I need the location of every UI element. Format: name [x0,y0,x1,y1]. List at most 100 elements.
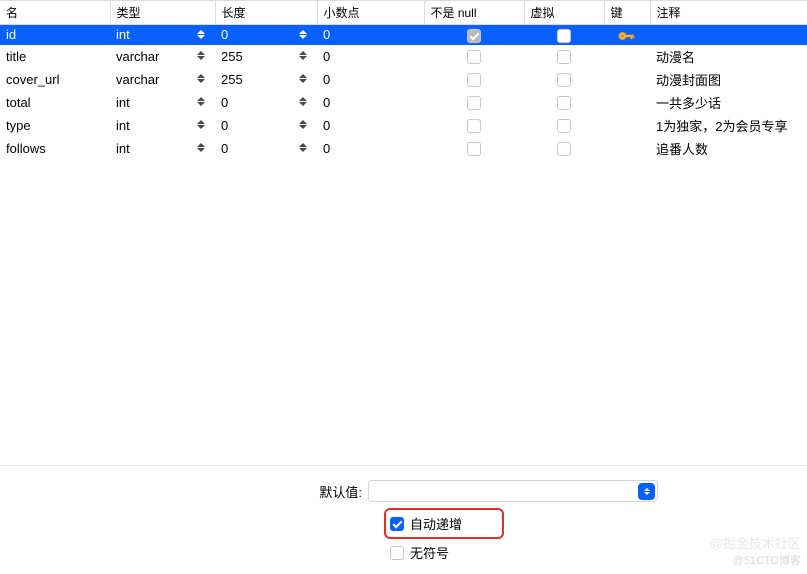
header-name[interactable]: 名 [0,1,110,25]
primary-key-icon [618,27,636,42]
default-value-label: 默认值: [310,482,362,501]
cell-decimal[interactable]: 0 [317,91,424,114]
cell-virtual [524,68,604,91]
type-stepper-icon[interactable] [197,72,207,86]
header-virtual[interactable]: 虚拟 [524,1,604,25]
notnull-checkbox[interactable] [467,50,481,64]
cell-notnull [424,25,524,45]
notnull-checkbox[interactable] [467,29,481,43]
header-key[interactable]: 键 [604,1,650,25]
type-value: varchar [116,49,159,64]
cell-virtual [524,91,604,114]
notnull-checkbox[interactable] [467,96,481,110]
cell-virtual [524,137,604,160]
type-stepper-icon[interactable] [197,49,207,63]
cell-name[interactable]: id [0,25,110,45]
length-stepper-icon[interactable] [299,141,309,155]
cell-name[interactable]: cover_url [0,68,110,91]
cell-decimal[interactable]: 0 [317,45,424,68]
cell-type[interactable]: int [110,137,215,160]
header-decimal[interactable]: 小数点 [317,1,424,25]
default-value-dropdown[interactable] [368,480,658,502]
header-notnull[interactable]: 不是 null [424,1,524,25]
unsigned-checkbox[interactable] [390,546,404,560]
cell-type[interactable]: int [110,91,215,114]
length-value: 0 [221,27,228,42]
cell-length[interactable]: 0 [215,114,317,137]
table-row[interactable]: typeint 0 0 1为独家，2为会员专享 [0,114,807,137]
cell-virtual [524,45,604,68]
cell-notnull [424,91,524,114]
cell-type[interactable]: varchar [110,45,215,68]
table-row[interactable]: followsint00追番人数 [0,137,807,160]
length-stepper-icon[interactable] [299,95,309,109]
cell-type[interactable]: int [110,25,215,45]
type-value: varchar [116,72,159,87]
length-value: 0 [221,118,228,133]
cell-decimal[interactable]: 0 [317,68,424,91]
length-stepper-icon[interactable] [299,118,309,132]
virtual-checkbox[interactable] [557,96,571,110]
cell-length[interactable]: 0 [215,91,317,114]
cell-key[interactable] [604,137,650,160]
cell-length[interactable]: 255 [215,68,317,91]
cell-name[interactable]: total [0,91,110,114]
table-header-row: 名 类型 长度 小数点 不是 null 虚拟 键 注释 [0,1,807,25]
cell-key[interactable] [604,25,650,45]
cell-virtual [524,25,604,45]
watermark-text: @51CTO博客 [733,552,801,568]
cell-decimal[interactable]: 0 [317,25,424,45]
cell-comment[interactable]: 动漫封面图 [650,68,807,91]
type-value: int [116,95,130,110]
table-row[interactable]: title varchar 2550 动漫名 [0,45,807,68]
header-comment[interactable]: 注释 [650,1,807,25]
fields-table: 名 类型 长度 小数点 不是 null 虚拟 键 注释 idint00title… [0,0,807,160]
virtual-checkbox[interactable] [557,29,571,43]
table-row[interactable]: cover_url varchar 2550 动漫封面图 [0,68,807,91]
cell-key[interactable] [604,45,650,68]
header-type[interactable]: 类型 [110,1,215,25]
type-stepper-icon[interactable] [197,27,207,41]
type-stepper-icon[interactable] [197,141,207,155]
cell-key[interactable] [604,68,650,91]
cell-type[interactable]: varchar [110,68,215,91]
length-stepper-icon[interactable] [299,49,309,63]
virtual-checkbox[interactable] [557,50,571,64]
notnull-checkbox[interactable] [467,142,481,156]
virtual-checkbox[interactable] [557,73,571,87]
cell-type[interactable]: int [110,114,215,137]
cell-comment[interactable] [650,25,807,45]
cell-length[interactable]: 255 [215,45,317,68]
virtual-checkbox[interactable] [557,119,571,133]
length-stepper-icon[interactable] [299,27,309,41]
cell-decimal[interactable]: 0 [317,114,424,137]
type-stepper-icon[interactable] [197,118,207,132]
table-row[interactable]: total int 00 一共多少话 [0,91,807,114]
type-stepper-icon[interactable] [197,95,207,109]
cell-name[interactable]: type [0,114,110,137]
cell-key[interactable] [604,114,650,137]
header-length[interactable]: 长度 [215,1,317,25]
notnull-checkbox[interactable] [467,119,481,133]
cell-length[interactable]: 0 [215,137,317,160]
cell-notnull [424,137,524,160]
auto-increment-checkbox[interactable] [390,517,404,531]
cell-notnull [424,68,524,91]
cell-comment[interactable]: 一共多少话 [650,91,807,114]
cell-key[interactable] [604,91,650,114]
notnull-checkbox[interactable] [467,73,481,87]
length-stepper-icon[interactable] [299,72,309,86]
type-value: int [116,27,130,42]
cell-length[interactable]: 0 [215,25,317,45]
cell-comment[interactable]: 动漫名 [650,45,807,68]
type-value: int [116,118,130,133]
cell-comment[interactable]: 追番人数 [650,137,807,160]
cell-comment[interactable]: 1为独家，2为会员专享 [650,114,807,137]
cell-decimal[interactable]: 0 [317,137,424,160]
virtual-checkbox[interactable] [557,142,571,156]
table-row[interactable]: idint 0 0 [0,25,807,45]
cell-name[interactable]: title [0,45,110,68]
cell-name[interactable]: follows [0,137,110,160]
cell-notnull [424,114,524,137]
auto-increment-label: 自动递增 [410,514,462,533]
